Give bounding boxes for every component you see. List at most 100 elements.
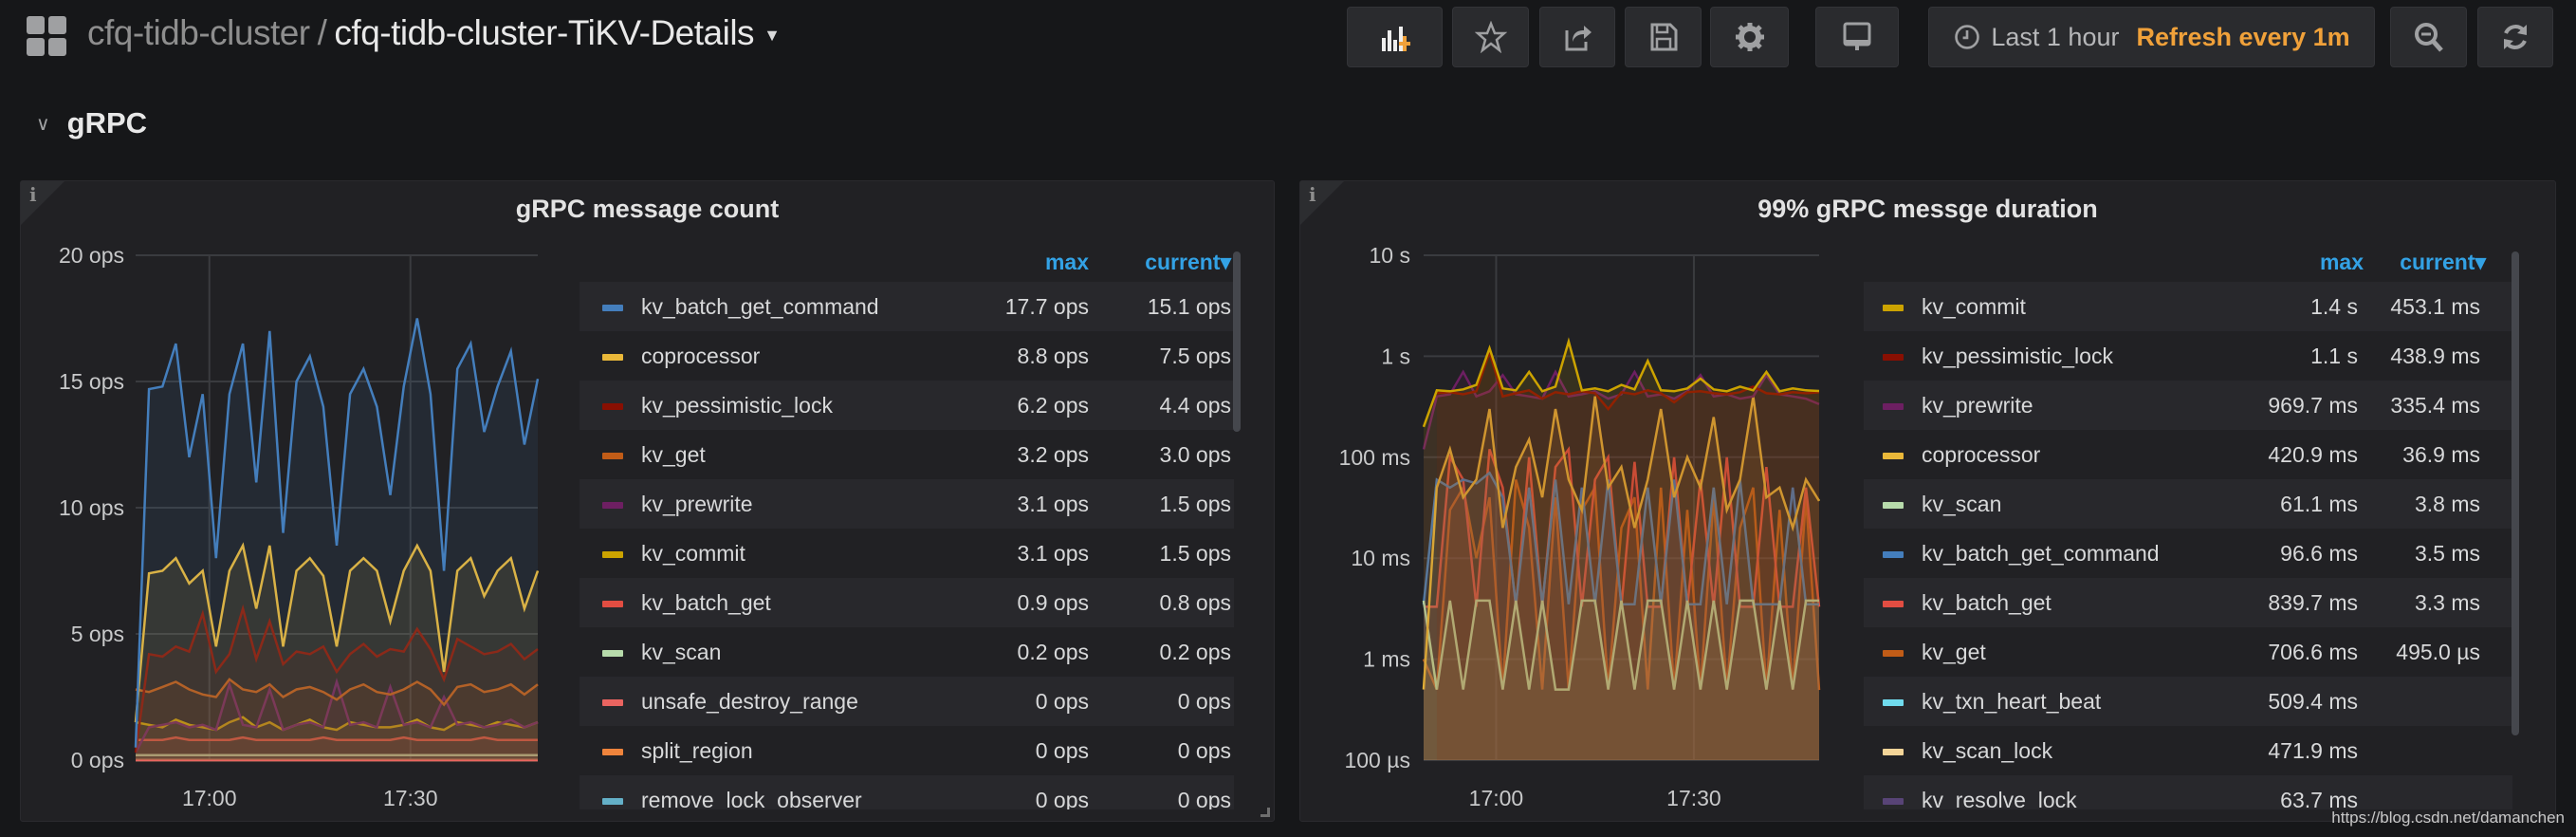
add-panel-button[interactable] xyxy=(1347,7,1443,67)
legend-item[interactable]: kv_resolve_lock 63.7 ms xyxy=(1864,775,2512,809)
chart-plot[interactable]: 100 µs 1 ms 10 ms 100 ms 1 s 10 s 17:00 17:30 xyxy=(1300,181,1869,823)
legend-item[interactable]: kv_batch_get 0.9 ops 0.8 ops xyxy=(580,578,1234,627)
chevron-down-icon[interactable]: ∨ xyxy=(36,112,50,136)
legend-item[interactable]: kv_prewrite 3.1 ops 1.5 ops xyxy=(580,479,1234,529)
series-color-swatch[interactable] xyxy=(1883,601,1904,607)
series-name[interactable]: split_region xyxy=(641,738,753,764)
dashboard-grid-icon[interactable] xyxy=(27,16,66,56)
series-max: 0 ops xyxy=(1035,738,1089,763)
legend-item[interactable]: remove_lock_observer 0 ops 0 ops xyxy=(580,775,1234,809)
series-color-swatch[interactable] xyxy=(602,502,623,509)
legend-scrollbar[interactable] xyxy=(1233,251,1241,432)
zoom-out-button[interactable] xyxy=(2390,7,2467,67)
series-color-swatch[interactable] xyxy=(1883,699,1904,706)
refresh-button[interactable] xyxy=(2477,7,2553,67)
legend-item[interactable]: kv_pessimistic_lock 6.2 ops 4.4 ops xyxy=(580,381,1234,430)
series-color-swatch[interactable] xyxy=(1883,354,1904,361)
series-color-swatch[interactable] xyxy=(1883,551,1904,558)
series-color-swatch[interactable] xyxy=(1883,749,1904,755)
series-name[interactable]: kv_txn_heart_beat xyxy=(1922,689,2101,715)
breadcrumb[interactable]: cfq-tidb-cluster / cfq-tidb-cluster-TiKV-D… xyxy=(87,13,781,53)
legend-item[interactable]: coprocessor 420.9 ms 36.9 ms xyxy=(1864,430,2512,479)
series-name[interactable]: kv_pessimistic_lock xyxy=(641,393,833,418)
legend-item[interactable]: kv_batch_get_command 17.7 ops 15.1 ops xyxy=(580,282,1234,331)
series-name[interactable]: kv_batch_get_command xyxy=(641,294,879,320)
legend-sort-max[interactable]: max xyxy=(2320,250,2364,275)
series-name[interactable]: coprocessor xyxy=(1922,442,2040,468)
series-color-swatch[interactable] xyxy=(602,650,623,657)
series-name[interactable]: kv_batch_get xyxy=(641,590,771,616)
series-color-swatch[interactable] xyxy=(602,798,623,805)
series-name[interactable]: kv_prewrite xyxy=(1922,393,2033,418)
caret-down-icon[interactable]: ▼ xyxy=(764,26,781,45)
series-color-swatch[interactable] xyxy=(1883,502,1904,509)
legend-item[interactable]: split_region 0 ops 0 ops xyxy=(580,726,1234,775)
series-max: 420.9 ms xyxy=(2268,442,2358,467)
legend-item[interactable]: kv_get 3.2 ops 3.0 ops xyxy=(580,430,1234,479)
legend-item[interactable]: coprocessor 8.8 ops 7.5 ops xyxy=(580,331,1234,381)
legend-item[interactable]: kv_scan_lock 471.9 ms xyxy=(1864,726,2512,775)
series-max: 3.1 ops xyxy=(1017,492,1089,516)
series-name[interactable]: kv_scan xyxy=(641,640,721,665)
legend-item[interactable]: kv_txn_heart_beat 509.4 ms xyxy=(1864,677,2512,726)
resize-handle[interactable] xyxy=(1260,808,1270,817)
legend-item[interactable]: kv_scan 61.1 ms 3.8 ms xyxy=(1864,479,2512,529)
series-max: 0.2 ops xyxy=(1017,640,1089,664)
legend-item[interactable]: kv_commit 1.4 s 453.1 ms xyxy=(1864,282,2512,331)
settings-button[interactable] xyxy=(1710,7,1789,67)
series-color-swatch[interactable] xyxy=(602,699,623,706)
legend-sort-current[interactable]: current▾ xyxy=(2400,250,2486,275)
star-button[interactable] xyxy=(1452,7,1529,67)
row-header-grpc[interactable]: ∨ gRPC xyxy=(36,106,147,140)
legend-scrollbar[interactable] xyxy=(2512,251,2519,735)
series-color-swatch[interactable] xyxy=(602,453,623,459)
series-name[interactable]: kv_get xyxy=(1922,640,1986,665)
series-name[interactable]: kv_get xyxy=(641,442,706,468)
legend-item[interactable]: kv_batch_get_command 96.6 ms 3.5 ms xyxy=(1864,529,2512,578)
series-name[interactable]: kv_resolve_lock xyxy=(1922,788,2077,809)
legend-item[interactable]: kv_pessimistic_lock 1.1 s 438.9 ms xyxy=(1864,331,2512,381)
time-picker-button[interactable]: Last 1 hour Refresh every 1m xyxy=(1928,7,2375,67)
series-color-swatch[interactable] xyxy=(602,305,623,311)
time-range-label: Last 1 hour xyxy=(1991,22,2120,51)
series-color-swatch[interactable] xyxy=(602,601,623,607)
series-color-swatch[interactable] xyxy=(1883,798,1904,805)
share-button[interactable] xyxy=(1539,7,1615,67)
y-tick-label: 10 ops xyxy=(59,495,124,520)
series-max: 3.1 ops xyxy=(1017,541,1089,566)
dashboard-title[interactable]: cfq-tidb-cluster-TiKV-Details xyxy=(334,13,754,52)
series-name[interactable]: kv_pessimistic_lock xyxy=(1922,344,2113,369)
legend-item[interactable]: kv_prewrite 969.7 ms 335.4 ms xyxy=(1864,381,2512,430)
series-name[interactable]: kv_prewrite xyxy=(641,492,753,517)
series-name[interactable]: coprocessor xyxy=(641,344,760,369)
folder-name[interactable]: cfq-tidb-cluster xyxy=(87,13,310,52)
series-color-swatch[interactable] xyxy=(602,403,623,410)
chart-plot[interactable]: 0 ops 5 ops 10 ops 15 ops 20 ops 17:00 17:30 xyxy=(21,181,590,823)
series-name[interactable]: kv_scan xyxy=(1922,492,2001,517)
series-name[interactable]: kv_commit xyxy=(641,541,745,567)
series-color-swatch[interactable] xyxy=(602,551,623,558)
series-name[interactable]: kv_batch_get_command xyxy=(1922,541,2160,567)
series-color-swatch[interactable] xyxy=(602,354,623,361)
x-tick-label: 17:00 xyxy=(1469,786,1524,810)
series-name[interactable]: unsafe_destroy_range xyxy=(641,689,858,715)
series-color-swatch[interactable] xyxy=(1883,403,1904,410)
tv-mode-button[interactable] xyxy=(1815,7,1899,67)
series-name[interactable]: kv_scan_lock xyxy=(1922,738,2052,764)
legend-item[interactable]: unsafe_destroy_range 0 ops 0 ops xyxy=(580,677,1234,726)
legend-sort-current[interactable]: current▾ xyxy=(1145,250,1231,275)
series-name[interactable]: kv_batch_get xyxy=(1922,590,2052,616)
legend-item[interactable]: kv_commit 3.1 ops 1.5 ops xyxy=(580,529,1234,578)
legend-item[interactable]: kv_scan 0.2 ops 0.2 ops xyxy=(580,627,1234,677)
legend-item[interactable]: kv_get 706.6 ms 495.0 µs xyxy=(1864,627,2512,677)
series-max: 509.4 ms xyxy=(2268,689,2358,714)
series-name[interactable]: remove_lock_observer xyxy=(641,788,862,809)
series-color-swatch[interactable] xyxy=(1883,650,1904,657)
save-button[interactable] xyxy=(1625,7,1702,67)
series-color-swatch[interactable] xyxy=(602,749,623,755)
series-color-swatch[interactable] xyxy=(1883,305,1904,311)
series-name[interactable]: kv_commit xyxy=(1922,294,2026,320)
legend-item[interactable]: kv_batch_get 839.7 ms 3.3 ms xyxy=(1864,578,2512,627)
series-color-swatch[interactable] xyxy=(1883,453,1904,459)
legend-sort-max[interactable]: max xyxy=(1045,250,1089,275)
